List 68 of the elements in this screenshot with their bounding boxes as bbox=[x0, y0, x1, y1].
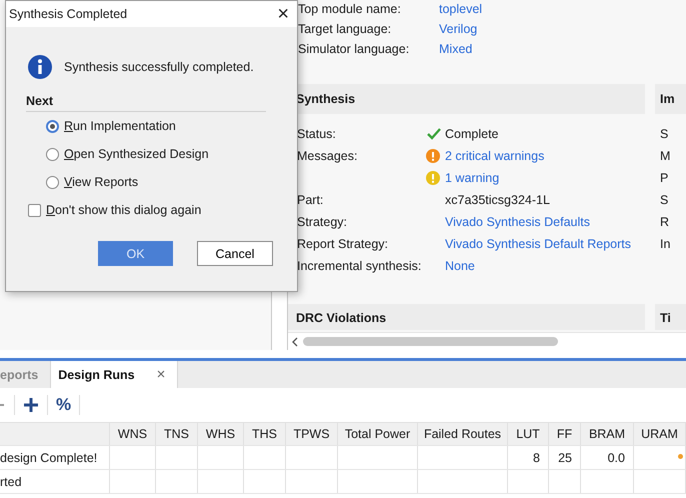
radio-button[interactable] bbox=[46, 148, 59, 160]
field-label: Target language: bbox=[298, 22, 392, 36]
value-link[interactable]: 1 warning bbox=[445, 171, 500, 185]
value-link[interactable]: None bbox=[445, 259, 475, 273]
table-cell: design Complete! bbox=[0, 450, 98, 464]
column-header[interactable]: WHS bbox=[198, 423, 244, 445]
plus-icon bbox=[23, 397, 39, 413]
field-label: Report Strategy: bbox=[297, 237, 390, 251]
field-label: Part: bbox=[297, 193, 324, 207]
cancel-button[interactable]: Cancel bbox=[197, 241, 273, 266]
field-label: S bbox=[660, 127, 670, 141]
column-header[interactable]: LUT bbox=[508, 423, 549, 445]
field-label: In bbox=[660, 237, 672, 251]
table-cell: 25 bbox=[558, 450, 572, 464]
field-label: Messages: bbox=[297, 149, 358, 163]
dialog-title: Synthesis Completed bbox=[9, 7, 128, 21]
warning-icon bbox=[426, 171, 440, 185]
field-label: P bbox=[660, 171, 670, 185]
field-label: Top module name: bbox=[298, 2, 402, 16]
value-link[interactable]: Vivado Synthesis Defaults bbox=[445, 215, 590, 229]
checkbox-label[interactable]: Don't show this dialog again bbox=[46, 203, 202, 217]
column-header[interactable]: BRAM bbox=[581, 423, 634, 445]
field-label: S bbox=[660, 193, 670, 207]
column-header[interactable]: WNS bbox=[110, 423, 156, 445]
value-link[interactable]: Vivado Synthesis Default Reports bbox=[445, 237, 631, 251]
check-icon bbox=[426, 127, 442, 141]
card-title: Ti bbox=[655, 304, 686, 330]
column-header[interactable]: FF bbox=[549, 423, 581, 445]
field-label: Status: bbox=[297, 127, 337, 141]
panel-tab[interactable]: Design Runs × bbox=[51, 361, 178, 388]
percent-button[interactable]: % bbox=[56, 395, 72, 415]
column-header[interactable]: TNS bbox=[156, 423, 198, 445]
close-icon[interactable]: × bbox=[156, 366, 166, 383]
card-title: Im bbox=[655, 84, 686, 114]
column-header[interactable]: URAM bbox=[634, 423, 686, 445]
option-label[interactable]: View Reports bbox=[64, 175, 138, 189]
card-title: DRC Violations bbox=[288, 304, 645, 330]
option-label[interactable]: Run Implementation bbox=[64, 119, 176, 133]
field-label: R bbox=[660, 215, 670, 229]
critical-warning-icon bbox=[426, 149, 440, 163]
field-label: Strategy: bbox=[297, 215, 348, 229]
field-value: xc7a35ticsg324-1L bbox=[445, 193, 550, 207]
horizontal-scrollbar[interactable] bbox=[288, 332, 686, 350]
radio-button[interactable] bbox=[46, 120, 59, 132]
section-heading: Next bbox=[26, 94, 266, 112]
value-link[interactable]: Verilog bbox=[439, 22, 478, 36]
field-label: M bbox=[660, 149, 672, 163]
message-text: Synthesis successfully completed. bbox=[64, 60, 254, 74]
table-cell: 8 bbox=[533, 450, 540, 464]
field-value: Complete bbox=[445, 127, 498, 141]
add-button[interactable] bbox=[23, 397, 39, 413]
value-link[interactable]: 2 critical warnings bbox=[445, 149, 544, 163]
scrollbar-thumb[interactable] bbox=[303, 337, 558, 346]
column-header[interactable]: Failed Routes bbox=[418, 423, 508, 445]
value-link[interactable]: toplevel bbox=[439, 2, 482, 16]
radio-button[interactable] bbox=[46, 176, 59, 188]
column-header[interactable]: TPWS bbox=[286, 423, 338, 445]
value-link[interactable]: Mixed bbox=[439, 42, 472, 56]
option-label[interactable]: Open Synthesized Design bbox=[64, 147, 209, 161]
checkbox[interactable] bbox=[28, 204, 41, 216]
info-icon bbox=[28, 55, 52, 79]
field-label: Simulator language: bbox=[298, 42, 410, 56]
field-label: Incremental synthesis: bbox=[297, 259, 422, 273]
column-header[interactable]: Total Power bbox=[338, 423, 418, 445]
column-header[interactable]: THS bbox=[244, 423, 286, 445]
close-button[interactable]: × bbox=[277, 2, 289, 26]
table-cell: rted bbox=[0, 474, 22, 488]
table-cell: 0.0 bbox=[608, 450, 625, 464]
